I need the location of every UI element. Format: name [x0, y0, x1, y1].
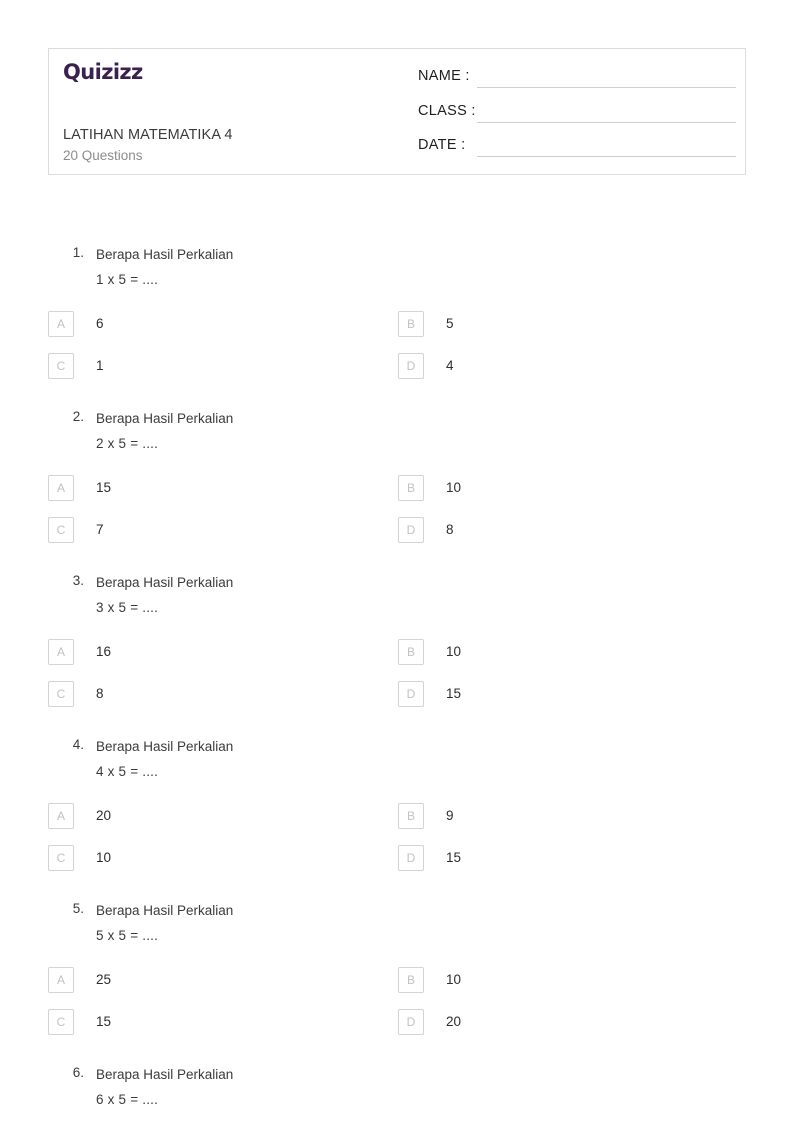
- question-text: Berapa Hasil Perkalian 5 x 5 = ....: [96, 899, 516, 948]
- option-c-letter: C: [48, 353, 74, 379]
- worksheet-header: Quizizz LATIHAN MATEMATIKA 4 20 Question…: [48, 48, 746, 175]
- question-number: 3.: [72, 573, 84, 588]
- option-d-letter: D: [398, 353, 424, 379]
- option-a-letter: A: [48, 967, 74, 993]
- question-block: 1. Berapa Hasil Perkalian 1 x 5 = .... A…: [0, 235, 794, 399]
- header-brand-area: Quizizz: [63, 59, 413, 85]
- option-b-value: 5: [446, 316, 454, 331]
- quizizz-logo: Quizizz: [63, 60, 143, 84]
- option-a-value: 20: [96, 808, 112, 823]
- option-c-value: 7: [96, 522, 104, 537]
- class-label: CLASS :: [418, 102, 476, 119]
- question-expression: 5 x 5 = ....: [96, 927, 159, 943]
- question-expression: 3 x 5 = ....: [96, 599, 159, 615]
- question-number: 4.: [72, 737, 84, 752]
- name-input[interactable]: [477, 67, 736, 87]
- student-info-fields: NAME : CLASS : DATE :: [418, 67, 736, 171]
- class-input[interactable]: [477, 101, 736, 122]
- option-c-letter: C: [48, 1009, 74, 1035]
- page-title: LATIHAN MATEMATIKA 4: [63, 127, 233, 143]
- option-b-letter: B: [398, 803, 424, 829]
- option-c-value: 15: [96, 1014, 112, 1029]
- name-underline: [477, 87, 736, 88]
- question-block: 2. Berapa Hasil Perkalian 2 x 5 = .... A…: [0, 399, 794, 563]
- option-b-value: 10: [446, 972, 462, 987]
- question-number: 6.: [72, 1065, 84, 1080]
- option-b-value: 10: [446, 480, 462, 495]
- question-count-label: 20 Questions: [63, 148, 143, 163]
- option-a-value: 15: [96, 480, 112, 495]
- question-text: Berapa Hasil Perkalian 3 x 5 = ....: [96, 571, 516, 620]
- question-number: 5.: [72, 901, 84, 916]
- option-b-letter: B: [398, 639, 424, 665]
- option-d-value: 20: [446, 1014, 462, 1029]
- class-field-row: CLASS :: [418, 101, 736, 137]
- option-d-value: 15: [446, 686, 462, 701]
- questions-list: 1. Berapa Hasil Perkalian 1 x 5 = .... A…: [0, 235, 794, 1123]
- option-d-value: 4: [446, 358, 454, 373]
- option-a-letter: A: [48, 311, 74, 337]
- option-b-letter: B: [398, 967, 424, 993]
- question-prompt: Berapa Hasil Perkalian: [96, 411, 234, 426]
- question-block: 6. Berapa Hasil Perkalian 6 x 5 = ....: [0, 1055, 794, 1123]
- question-number: 1.: [72, 245, 84, 260]
- class-underline: [477, 121, 736, 123]
- question-text: Berapa Hasil Perkalian 2 x 5 = ....: [96, 407, 516, 456]
- option-d-value: 15: [446, 850, 462, 865]
- date-field-row: DATE :: [418, 136, 736, 171]
- option-a-value: 16: [96, 644, 112, 659]
- option-d-letter: D: [398, 845, 424, 871]
- option-a-letter: A: [48, 475, 74, 501]
- question-prompt: Berapa Hasil Perkalian: [96, 575, 234, 590]
- worksheet-page: Quizizz LATIHAN MATEMATIKA 4 20 Question…: [0, 0, 794, 1123]
- option-b-value: 9: [446, 808, 454, 823]
- option-d-value: 8: [446, 522, 454, 537]
- question-prompt: Berapa Hasil Perkalian: [96, 739, 234, 754]
- question-prompt: Berapa Hasil Perkalian: [96, 247, 234, 262]
- option-a-value: 6: [96, 316, 104, 331]
- question-expression: 4 x 5 = ....: [96, 763, 159, 779]
- option-c-value: 8: [96, 686, 104, 701]
- question-text: Berapa Hasil Perkalian 6 x 5 = ....: [96, 1063, 516, 1112]
- option-c-letter: C: [48, 681, 74, 707]
- question-block: 4. Berapa Hasil Perkalian 4 x 5 = .... A…: [0, 727, 794, 891]
- question-block: 5. Berapa Hasil Perkalian 5 x 5 = .... A…: [0, 891, 794, 1055]
- question-number: 2.: [72, 409, 84, 424]
- option-c-letter: C: [48, 517, 74, 543]
- option-c-letter: C: [48, 845, 74, 871]
- question-expression: 1 x 5 = ....: [96, 271, 159, 287]
- question-prompt: Berapa Hasil Perkalian: [96, 903, 234, 918]
- option-a-letter: A: [48, 639, 74, 665]
- date-input[interactable]: [477, 136, 736, 156]
- option-c-value: 1: [96, 358, 104, 373]
- option-d-letter: D: [398, 681, 424, 707]
- date-underline: [477, 156, 736, 157]
- question-text: Berapa Hasil Perkalian 4 x 5 = ....: [96, 735, 516, 784]
- date-label: DATE :: [418, 137, 466, 153]
- option-b-value: 10: [446, 644, 462, 659]
- option-d-letter: D: [398, 517, 424, 543]
- question-expression: 2 x 5 = ....: [96, 435, 159, 451]
- option-c-value: 10: [96, 850, 112, 865]
- question-prompt: Berapa Hasil Perkalian: [96, 1067, 234, 1082]
- question-block: 3. Berapa Hasil Perkalian 3 x 5 = .... A…: [0, 563, 794, 727]
- question-text: Berapa Hasil Perkalian 1 x 5 = ....: [96, 243, 516, 292]
- name-field-row: NAME :: [418, 67, 736, 102]
- name-label: NAME :: [418, 68, 470, 84]
- option-a-value: 25: [96, 972, 112, 987]
- option-b-letter: B: [398, 475, 424, 501]
- option-b-letter: B: [398, 311, 424, 337]
- option-d-letter: D: [398, 1009, 424, 1035]
- option-a-letter: A: [48, 803, 74, 829]
- question-expression: 6 x 5 = ....: [96, 1091, 159, 1107]
